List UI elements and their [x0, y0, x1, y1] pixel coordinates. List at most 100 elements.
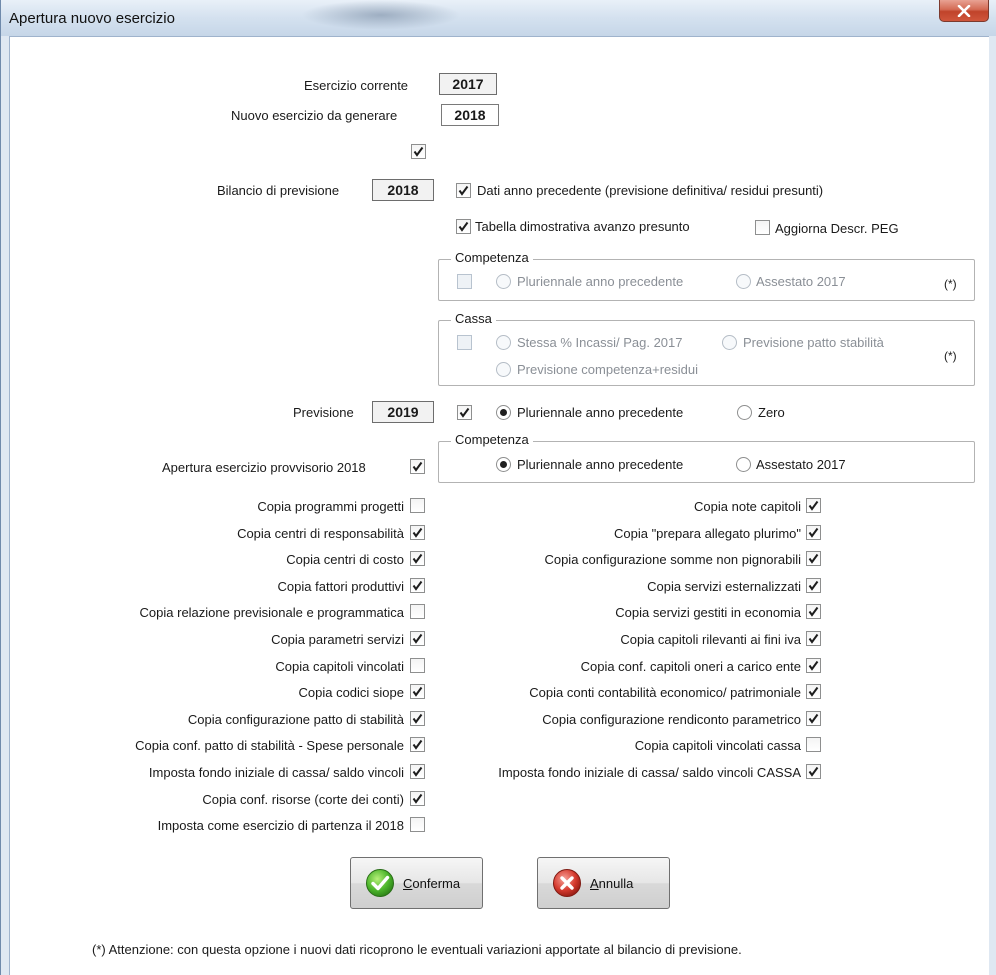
option-label: Copia conf. risorse (corte dei conti)	[202, 791, 404, 807]
competenza-1-checkbox[interactable]	[457, 274, 472, 289]
option-label: Copia configurazione patto di stabilità	[187, 711, 404, 727]
option-checkbox[interactable]	[806, 524, 821, 540]
option-checkbox[interactable]	[410, 764, 425, 779]
option-checkbox[interactable]	[806, 737, 821, 753]
check-icon	[413, 146, 424, 157]
option-checkbox[interactable]	[410, 524, 425, 540]
option-label: Copia parametri servizi	[271, 632, 404, 647]
conferma-label: Conferma	[403, 876, 460, 891]
check-icon	[412, 713, 423, 724]
competenza-1-radio-pluriennale[interactable]	[496, 274, 511, 289]
option-label: Copia relazione previsionale e programma…	[139, 605, 404, 621]
previsione-label: Previsione	[293, 405, 354, 420]
conferma-accesskey: C	[403, 875, 413, 891]
cassa-radio-competenza-residui[interactable]	[496, 362, 511, 377]
annulla-button[interactable]: Annulla	[537, 857, 670, 909]
check-icon	[412, 740, 423, 751]
close-icon	[957, 4, 971, 17]
window-title: Apertura nuovo esercizio	[9, 10, 175, 27]
close-button[interactable]	[939, 0, 989, 22]
competenza-group-2-title: Competenza	[451, 432, 533, 447]
option-checkbox[interactable]	[410, 498, 425, 513]
previsione-radio-zero[interactable]	[737, 405, 752, 420]
option-label: Copia "prepara allegato plurimo"	[613, 525, 801, 541]
title-bar[interactable]: Apertura nuovo esercizio	[1, 0, 996, 36]
competenza-2-radio-pluriennale[interactable]	[496, 457, 511, 472]
cassa-radio-stessa-percentuale-label: Stessa % Incassi/ Pag. 2017	[517, 335, 683, 350]
apertura-provvisorio-checkbox[interactable]	[410, 459, 425, 474]
option-label: Copia note capitoli	[694, 499, 801, 514]
option-checkbox[interactable]	[806, 551, 821, 567]
conferma-label-rest: onferma	[412, 875, 461, 891]
check-icon	[458, 221, 469, 232]
check-icon	[412, 580, 423, 591]
check-circle-icon	[366, 869, 394, 897]
option-label: Copia servizi gestiti in economia	[615, 605, 801, 621]
option-checkbox[interactable]	[410, 577, 425, 593]
generic-checkbox[interactable]	[411, 144, 426, 159]
check-icon	[412, 461, 423, 472]
option-checkbox[interactable]	[410, 551, 425, 567]
option-checkbox[interactable]	[806, 631, 821, 646]
option-label: Imposta come esercizio di partenza il 20…	[157, 818, 404, 834]
option-checkbox[interactable]	[410, 604, 425, 620]
option-checkbox[interactable]	[410, 737, 425, 753]
option-label: Copia conf. capitoli oneri a carico ente	[580, 658, 801, 674]
dati-anno-precedente-label: Dati anno precedente (previsione definit…	[477, 183, 824, 198]
tabella-avanzo-checkbox[interactable]	[456, 219, 471, 234]
cassa-group-title: Cassa	[451, 311, 496, 326]
annulla-label: Annulla	[590, 876, 633, 891]
previsione-radio-zero-label: Zero	[758, 405, 785, 420]
option-checkbox[interactable]	[806, 764, 821, 779]
cassa-radio-patto-stabilita[interactable]	[722, 335, 737, 350]
check-icon	[412, 793, 423, 804]
check-icon	[808, 713, 819, 724]
option-label: Copia configurazione rendiconto parametr…	[542, 711, 801, 727]
dialog-body: Esercizio corrente 2017 Nuovo esercizio …	[9, 36, 989, 975]
bilancio-value: 2018	[372, 179, 434, 201]
option-label: Copia centri di responsabilità	[237, 525, 404, 541]
cassa-note: (*)	[944, 349, 957, 363]
option-checkbox[interactable]	[806, 604, 821, 620]
cassa-radio-patto-stabilita-label: Previsione patto stabilità	[743, 335, 884, 350]
conferma-button[interactable]: Conferma	[350, 857, 483, 909]
check-icon	[412, 687, 423, 697]
option-checkbox[interactable]	[806, 577, 821, 593]
cancel-circle-icon	[553, 869, 581, 897]
option-checkbox[interactable]	[410, 631, 425, 646]
cassa-radio-stessa-percentuale[interactable]	[496, 335, 511, 350]
check-icon	[412, 633, 423, 644]
aggiorna-peg-checkbox[interactable]	[755, 220, 770, 235]
option-checkbox[interactable]	[806, 657, 821, 673]
cassa-radio-competenza-residui-label: Previsione competenza+residui	[517, 362, 699, 377]
nuovo-esercizio-label: Nuovo esercizio da generare	[231, 108, 398, 123]
nuovo-esercizio-input[interactable]: 2018	[441, 104, 499, 126]
previsione-checkbox[interactable]	[457, 405, 472, 420]
dati-anno-precedente-checkbox[interactable]	[456, 183, 471, 198]
previsione-radio-pluriennale[interactable]	[496, 405, 511, 420]
check-icon	[808, 554, 819, 564]
option-label: Copia capitoli rilevanti ai fini iva	[620, 632, 801, 647]
option-label: Imposta fondo iniziale di cassa/ saldo v…	[148, 765, 404, 780]
competenza-1-radio-assestato[interactable]	[736, 274, 751, 289]
option-checkbox[interactable]	[410, 710, 425, 726]
competenza-2-radio-assestato[interactable]	[736, 457, 751, 472]
option-checkbox[interactable]	[806, 684, 821, 700]
option-checkbox[interactable]	[410, 817, 425, 833]
option-label: Copia programmi progetti	[257, 499, 404, 514]
option-checkbox[interactable]	[410, 684, 425, 700]
aggiorna-peg-label: Aggiorna Descr. PEG	[775, 221, 899, 236]
option-checkbox[interactable]	[410, 790, 425, 806]
option-checkbox[interactable]	[806, 710, 821, 726]
competenza-1-radio-assestato-label: Assestato 2017	[756, 274, 846, 289]
option-checkbox[interactable]	[410, 657, 425, 673]
option-checkbox[interactable]	[806, 498, 821, 513]
check-icon	[412, 554, 423, 564]
cassa-checkbox[interactable]	[457, 335, 472, 350]
esercizio-corrente-value: 2017	[439, 73, 497, 95]
previsione-value: 2019	[372, 401, 434, 423]
option-label: Copia servizi esternalizzati	[647, 578, 801, 594]
option-label: Imposta fondo iniziale di cassa/ saldo v…	[498, 765, 801, 780]
check-icon	[808, 500, 819, 511]
check-icon	[808, 687, 819, 697]
